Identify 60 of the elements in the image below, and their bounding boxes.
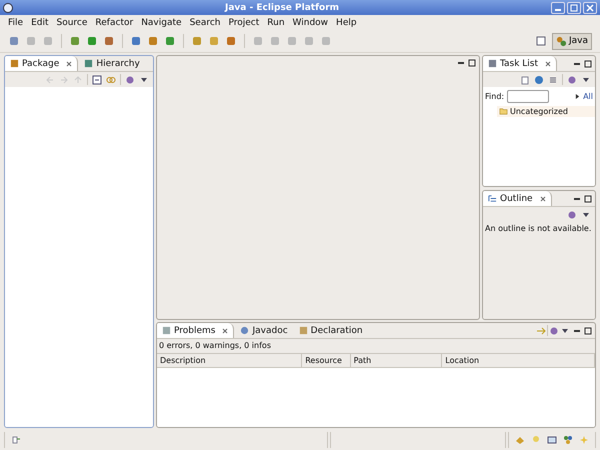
column-header[interactable]: Resource	[302, 354, 351, 367]
view-tab[interactable]: Declaration	[294, 323, 368, 338]
view-icon	[10, 59, 19, 68]
close-icon	[586, 4, 594, 12]
minimize-icon[interactable]	[457, 59, 465, 67]
close-icon[interactable]	[222, 328, 228, 334]
view-tab[interactable]: Task List	[483, 56, 558, 71]
maximize-icon[interactable]	[584, 60, 592, 68]
view-tab[interactable]: Hierarchy	[79, 56, 145, 71]
view-tab[interactable]: Problems	[157, 323, 234, 338]
new-task-icon[interactable]	[520, 74, 530, 84]
view-tab[interactable]: Package	[5, 56, 78, 71]
perspective-icon	[556, 36, 567, 46]
app-icon	[3, 2, 13, 12]
all-link[interactable]: All	[583, 92, 593, 101]
menu-item[interactable]: Source	[52, 18, 92, 28]
column-header[interactable]: Description	[157, 354, 302, 367]
maximize-icon[interactable]	[584, 194, 592, 202]
collapse-all-icon[interactable]	[92, 74, 102, 84]
triangle-icon[interactable]	[575, 94, 580, 99]
maximize-icon	[570, 4, 578, 12]
task-category[interactable]: Uncategorized	[497, 106, 595, 117]
view-icon	[240, 326, 250, 335]
open-perspective-icon[interactable]	[534, 35, 547, 47]
outline-message: An outline is not available.	[485, 224, 592, 233]
menu-item[interactable]: Refactor	[91, 18, 138, 28]
close-icon[interactable]	[66, 60, 72, 66]
minimize-button[interactable]	[551, 2, 565, 14]
maximize-icon[interactable]	[468, 59, 476, 67]
menu-item[interactable]: Help	[332, 18, 361, 28]
picture-icon[interactable]	[547, 435, 557, 445]
menu-item[interactable]: Run	[263, 18, 289, 28]
find-label: Find:	[485, 92, 504, 101]
view-tab[interactable]: Javadoc	[235, 323, 293, 338]
column-header[interactable]: Path	[350, 354, 442, 367]
close-icon[interactable]	[540, 196, 546, 202]
list-icon[interactable]	[548, 74, 558, 84]
perspective-button[interactable]: Java	[552, 32, 592, 50]
close-icon[interactable]	[545, 60, 552, 66]
menu-item[interactable]: Project	[224, 18, 264, 28]
menu-item[interactable]: Search	[186, 18, 224, 28]
maximize-button[interactable]	[567, 2, 581, 14]
view-tab[interactable]: Outline	[483, 191, 552, 206]
view-icon	[84, 59, 94, 68]
close-button[interactable]	[583, 2, 597, 14]
view-icon	[298, 326, 308, 335]
menu-item[interactable]: File	[4, 18, 28, 28]
menu-item[interactable]: Navigate	[137, 18, 186, 28]
window-title: Java - Eclipse Platform	[224, 2, 340, 12]
find-field[interactable]	[507, 90, 550, 103]
outline-icon	[488, 194, 497, 203]
view-icon	[162, 326, 171, 335]
task-list-icon	[488, 59, 497, 68]
problems-summary: 0 errors, 0 warnings, 0 infos	[158, 340, 272, 352]
column-header[interactable]: Location	[442, 354, 595, 367]
maximize-icon[interactable]	[584, 326, 592, 334]
star-icon[interactable]	[579, 435, 589, 445]
menu-item[interactable]: Edit	[27, 18, 52, 28]
dots-icon[interactable]	[563, 435, 573, 445]
menu-item[interactable]: Window	[288, 18, 332, 28]
